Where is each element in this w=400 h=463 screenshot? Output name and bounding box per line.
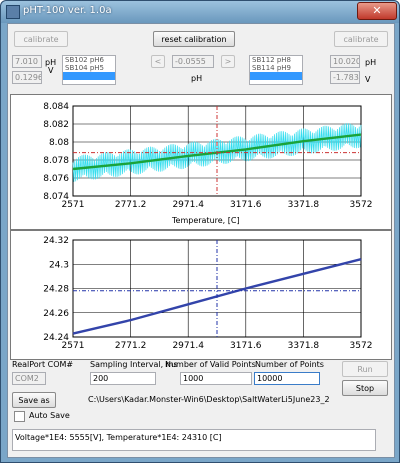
center-ph-unit: pH xyxy=(191,74,203,83)
right-ph-field[interactable]: 10.020 xyxy=(330,55,360,68)
y-tick-label: 8.084 xyxy=(43,102,69,112)
left-list-item[interactable]: SB104 pH5 xyxy=(63,64,115,72)
left-v-field[interactable]: 0.1296 xyxy=(12,71,42,84)
run-button[interactable]: Run xyxy=(342,361,388,377)
left-ph-field[interactable]: 7.010 xyxy=(12,55,42,68)
chart-x-label: Temperature, [C] xyxy=(172,216,240,225)
left-list-item-selected[interactable] xyxy=(63,72,115,80)
y-tick-label: 24.3 xyxy=(49,260,69,270)
y-tick-label: 8.074 xyxy=(43,192,69,202)
temperature-chart: 2571 2771.2 2971.4 3171.6 3371.8 3572 24.32 24.… xyxy=(10,230,392,360)
left-v-unit: V xyxy=(48,66,54,75)
right-buffer-list[interactable]: SB112 pH8 SB114 pH9 xyxy=(249,55,303,85)
auto-save-label: Auto Save xyxy=(29,411,70,420)
y-tick-label: 8.078 xyxy=(43,156,69,166)
reset-calibration-button[interactable]: reset calibration xyxy=(153,31,235,47)
stop-button[interactable]: Stop xyxy=(342,380,388,396)
right-v-field[interactable]: -1.7834 xyxy=(330,71,360,84)
x-tick-label: 3171.6 xyxy=(230,200,262,210)
valid-points-label: Number of Valid Points xyxy=(165,360,256,369)
y-tick-label: 8.08 xyxy=(49,138,69,148)
port-field[interactable]: COM2 xyxy=(12,372,46,385)
temperature-chart-svg: 2571 2771.2 2971.4 3171.6 3371.8 357224.3224.… xyxy=(43,236,373,351)
app-icon xyxy=(6,5,20,19)
offset-field[interactable]: -0.0555 xyxy=(172,55,214,68)
y-tick-label: 8.082 xyxy=(43,120,69,130)
app-window: pHT-100 ver. 1.0a ✕ calibrate reset cali… xyxy=(0,0,400,463)
x-tick-label: 3572 xyxy=(350,341,373,351)
x-tick-label: 3171.6 xyxy=(230,341,262,351)
left-buffer-list[interactable]: SB102 pH6 SB104 pH5 xyxy=(62,55,116,85)
interval-field[interactable]: 200 xyxy=(90,372,156,385)
decrement-button[interactable]: < xyxy=(151,55,165,68)
auto-save-checkbox[interactable] xyxy=(14,411,25,422)
points-field[interactable]: 10000 xyxy=(254,372,320,385)
x-tick-label: 2971.4 xyxy=(172,200,204,210)
window-title: pHT-100 ver. 1.0a xyxy=(23,5,112,16)
save-as-button[interactable]: Save as xyxy=(12,392,56,408)
client-area: calibrate reset calibration calibrate 7.… xyxy=(7,23,395,458)
x-tick-label: 3371.8 xyxy=(288,200,320,210)
right-ph-unit: pH xyxy=(365,58,377,67)
calibrate-left-button[interactable]: calibrate xyxy=(14,31,68,47)
right-v-unit: V xyxy=(365,75,371,84)
x-tick-label: 3572 xyxy=(350,200,373,210)
points-label: Number of Points xyxy=(255,360,324,369)
right-list-item[interactable]: SB112 pH8 xyxy=(250,56,302,64)
x-tick-label: 2971.4 xyxy=(172,341,204,351)
title-bar[interactable]: pHT-100 ver. 1.0a ✕ xyxy=(1,1,399,23)
file-path: C:\Users\Kadar.Monster-Win6\Desktop\Salt… xyxy=(88,395,330,404)
increment-button[interactable]: > xyxy=(221,55,235,68)
x-tick-label: 2771.2 xyxy=(115,341,147,351)
calibrate-right-button[interactable]: calibrate xyxy=(334,31,388,47)
right-list-item[interactable]: SB114 pH9 xyxy=(250,64,302,72)
y-tick-label: 8.076 xyxy=(43,174,69,184)
left-list-item[interactable]: SB102 pH6 xyxy=(63,56,115,64)
close-button[interactable]: ✕ xyxy=(357,2,397,20)
y-tick-label: 24.24 xyxy=(43,333,69,343)
y-tick-label: 24.32 xyxy=(43,236,69,246)
ph-chart-svg: 2571 2771.2 2971.4 3171.6 3371.8 35728.0848.0… xyxy=(43,102,373,210)
y-tick-label: 24.26 xyxy=(43,309,69,319)
status-textbox[interactable]: Voltage*1E4: 5555[V], Temperature*1E4: 2… xyxy=(12,429,376,451)
valid-points-field[interactable]: 1000 xyxy=(180,372,252,385)
right-list-item-selected[interactable] xyxy=(250,72,302,80)
port-label: RealPort COM# xyxy=(12,360,74,369)
ph-chart: 2571 2771.2 2971.4 3171.6 3371.8 3572 8.084 8.0… xyxy=(10,94,392,230)
x-tick-label: 2771.2 xyxy=(115,200,147,210)
x-tick-label: 3371.8 xyxy=(288,341,320,351)
y-tick-label: 24.28 xyxy=(43,285,69,295)
